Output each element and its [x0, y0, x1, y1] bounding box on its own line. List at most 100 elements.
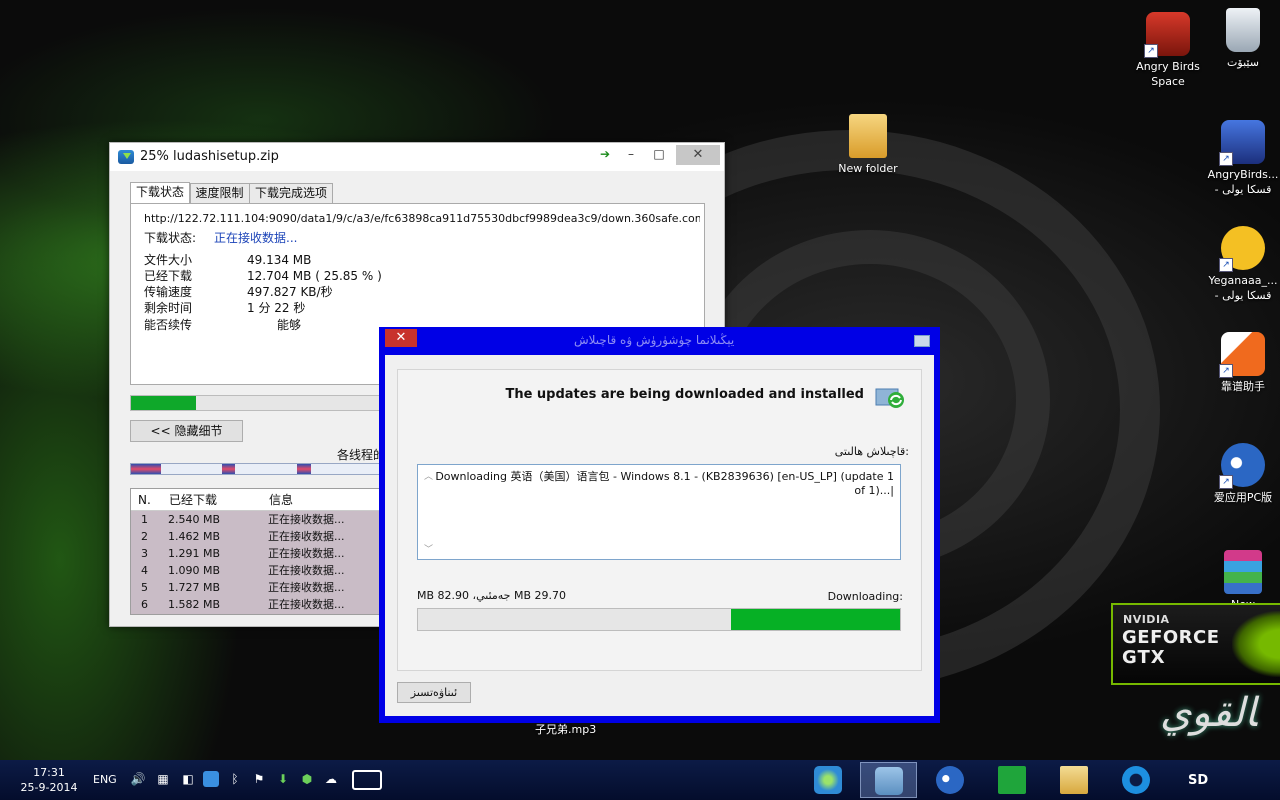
table-row[interactable]: 3 1.291 MB 正在接收数据...	[131, 545, 389, 562]
idm-title-bar[interactable]: 25% ludashisetup.zip ➔ – □ ✕	[110, 143, 724, 171]
info-time-left: 剩余时间 1 分 22 秒	[144, 301, 306, 315]
kaopu-helper-icon: ↗	[1219, 332, 1265, 378]
keyboard-icon[interactable]	[352, 770, 382, 790]
thread-progress-bar	[130, 463, 390, 475]
taskbar-app-owl[interactable]	[922, 762, 979, 798]
idm-maximize-button[interactable]: □	[646, 145, 672, 163]
tab-speed-limit[interactable]: 速度限制	[189, 183, 250, 203]
col-info[interactable]: 信息	[269, 489, 293, 511]
idm-minimize-button[interactable]: –	[618, 145, 644, 163]
network-icon[interactable]: ▦	[155, 771, 171, 787]
taskbar-clock[interactable]: 17:31 25-9-2014	[14, 765, 84, 795]
gtx-text: GTX	[1122, 647, 1166, 668]
owl-taskbar-icon	[936, 766, 964, 794]
angry-birds-star-wars-icon: ↗	[1219, 120, 1265, 166]
col-n[interactable]: N.	[138, 489, 151, 511]
tab-on-complete[interactable]: 下载完成选项	[249, 183, 334, 203]
store-taskbar-icon	[998, 766, 1026, 794]
thread-list-header: N. 已经下载 信息	[131, 489, 389, 511]
cell-downloaded: 1.090 MB	[168, 564, 221, 577]
language-indicator[interactable]: ENG	[93, 773, 117, 786]
update-dialog-close-button[interactable]: ✕	[385, 329, 417, 347]
taskbar-app-file-explorer[interactable]	[1046, 762, 1103, 798]
winrar-archive-icon	[1224, 550, 1262, 594]
nvidia-geforce-badge: NVIDIA GEFORCE GTX	[1111, 603, 1280, 685]
idm-progress-bar	[130, 395, 382, 411]
thread-segment	[131, 464, 161, 474]
update-sync-icon	[875, 388, 904, 408]
yeganaaa-icon: ↗	[1219, 226, 1265, 272]
idm-close-button[interactable]: ✕	[676, 145, 720, 165]
cell-downloaded: 1.462 MB	[168, 530, 221, 543]
download-size-text: MB 82.90 ،جەمئىي MB 29.70	[417, 589, 567, 602]
shortcut-arrow-icon: ↗	[1219, 364, 1233, 378]
update-dialog-title-bar[interactable]: ✕ يېڭىلانما چۈشۈرۈش ۋە قاچىلاش	[379, 327, 940, 355]
update-progress-bar	[417, 608, 901, 631]
idm-app-icon	[118, 150, 134, 164]
table-row[interactable]: 1 2.540 MB 正在接收数据...	[131, 511, 389, 528]
update-dialog-body: The updates are being downloaded and ins…	[385, 355, 934, 716]
table-row[interactable]: 2 1.462 MB 正在接收数据...	[131, 528, 389, 545]
cancel-button[interactable]: ئىناۋەتسىز	[397, 682, 471, 703]
windows-update-taskbar-icon	[875, 767, 903, 795]
info-resume-capability: 能否续传 能够	[144, 318, 302, 332]
idm-tabs: 下载状态 速度限制 下载完成选项	[130, 182, 334, 203]
cloud-icon[interactable]: ☁	[323, 771, 339, 787]
geforce-text: GEFORCE	[1122, 627, 1220, 648]
cell-n: 1	[141, 513, 148, 526]
desktop-icon-label: سێبۆت	[1227, 56, 1259, 69]
thread-segment	[222, 464, 235, 474]
idm-tray-icon[interactable]: ⬇	[275, 771, 291, 787]
usb-icon[interactable]: ⬢	[299, 771, 315, 787]
app-tray-icon[interactable]	[203, 771, 219, 787]
update-dialog-title: يېڭىلانما چۈشۈرۈش ۋە قاچىلاش	[574, 333, 735, 347]
table-row[interactable]: 6 1.582 MB 正在接收数据...	[131, 596, 389, 613]
taskbar-app-windows-update[interactable]	[860, 762, 917, 798]
update-log-text: Downloading 英语（美国）语言包 - Windows 8.1 - (K…	[435, 470, 894, 497]
cell-downloaded: 1.291 MB	[168, 547, 221, 560]
table-row[interactable]: 4 1.090 MB 正在接收数据...	[131, 562, 389, 579]
flag-icon[interactable]: ⚑	[251, 771, 267, 787]
cell-downloaded: 1.582 MB	[168, 598, 221, 611]
desktop-icon-angrybirds-starwars[interactable]: ↗ AngryBirds... - قسکا یولی	[1206, 120, 1280, 197]
idm-pin-button[interactable]: ➔	[592, 145, 618, 163]
bluetooth-icon[interactable]: ᛒ	[227, 771, 243, 787]
scroll-up-icon[interactable]: ︿	[424, 469, 433, 482]
desktop-file-mp3-label[interactable]: 子兄弟.mp3	[535, 721, 596, 737]
shortcut-arrow-icon: ↗	[1219, 258, 1233, 272]
taskbar: 17:31 25-9-2014 ENG 🔊 ▦ ◧ ᛒ ⚑ ⬇ ⬢ ☁ SD	[0, 760, 1280, 800]
cell-n: 5	[141, 581, 148, 594]
nvidia-eye-logo-icon	[1232, 611, 1280, 677]
recycle-bin-icon	[1226, 8, 1260, 52]
col-downloaded[interactable]: 已经下载	[169, 489, 217, 511]
cell-n: 3	[141, 547, 148, 560]
desktop-icon-owl-app[interactable]: ↗ 爱应用PC版	[1206, 443, 1280, 505]
hide-details-button[interactable]: << 隐藏细节	[130, 420, 243, 442]
idm-progress-fill	[131, 396, 196, 410]
idm-taskbar-icon	[814, 766, 842, 794]
clock-time: 17:31	[33, 766, 65, 779]
taskbar-app-internet-explorer[interactable]	[1108, 762, 1165, 798]
info-file-size: 文件大小 49.134 MB	[144, 253, 312, 267]
angry-birds-space-icon: ↗	[1144, 12, 1190, 58]
desktop-icon-label: Angry Birds Space	[1136, 60, 1200, 88]
app-tray-icon[interactable]: ◧	[180, 771, 196, 787]
cell-n: 2	[141, 530, 148, 543]
cell-downloaded: 1.727 MB	[168, 581, 221, 594]
desktop-icon-new-folder[interactable]: New folder	[831, 114, 905, 176]
thread-section-title: 各线程的	[337, 448, 386, 462]
update-log-box[interactable]: ︿ ﹀ Downloading 英语（美国）语言包 - Windows 8.1 …	[417, 464, 901, 560]
ie-taskbar-icon	[1122, 766, 1150, 794]
taskbar-app-idm[interactable]	[800, 762, 857, 798]
status-value: 正在接收数据...	[214, 231, 298, 245]
taskbar-app-store[interactable]	[984, 762, 1041, 798]
tab-download-status[interactable]: 下载状态	[130, 182, 191, 203]
volume-icon[interactable]: 🔊	[130, 771, 146, 787]
desktop-icon-angry-birds-space[interactable]: ↗ Angry Birds Space	[1131, 12, 1205, 89]
desktop-icon-yeganaaa[interactable]: ↗ Yeganaaa_... - قسکا یولی	[1206, 226, 1280, 303]
desktop-icon-recycle-bin[interactable]: سێبۆت	[1206, 8, 1280, 70]
desktop-icon-kaopu-helper[interactable]: ↗ 靠谱助手	[1206, 332, 1280, 394]
scroll-down-icon[interactable]: ﹀	[424, 542, 433, 555]
windows-update-icon	[914, 335, 930, 347]
table-row[interactable]: 5 1.727 MB 正在接收数据...	[131, 579, 389, 596]
